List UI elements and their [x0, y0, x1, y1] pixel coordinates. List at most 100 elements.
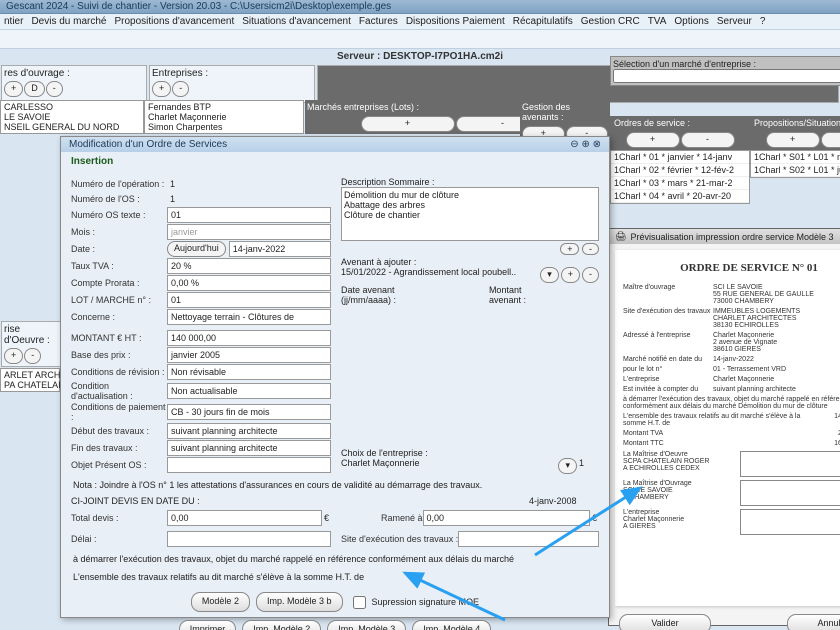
remove-button[interactable]: -	[821, 132, 840, 148]
mois-select[interactable]: janvier	[167, 224, 331, 240]
moe-panel: rise d'Oeuvre : +-	[1, 321, 63, 367]
dropdown-icon[interactable]: ▾	[558, 458, 577, 474]
list-item[interactable]: Charlet Maçonnerie	[146, 112, 302, 122]
txt1[interactable]: à démarrer l'exécution des travaux, obje…	[71, 552, 599, 566]
menu-item[interactable]: Options	[674, 16, 708, 27]
menu-item[interactable]: Devis du marché	[31, 16, 106, 27]
menu-item[interactable]: Gestion CRC	[581, 16, 640, 27]
panel-header: res d'ouvrage :	[4, 68, 144, 79]
imp-modele3b-button[interactable]: Imp. Modèle 3 b	[256, 592, 343, 612]
label: Condition d'actualisation :	[71, 381, 167, 401]
list-item[interactable]: LE SAVOIE	[2, 112, 142, 122]
list-item[interactable]: 1Charl * 04 * avril * 20-avr-20	[611, 190, 749, 203]
objet-input[interactable]	[167, 457, 331, 473]
label: Numéro OS texte :	[71, 210, 167, 220]
num-os-texte-input[interactable]: 01	[167, 207, 331, 223]
imp-modele3-button[interactable]: Imp. Modèle 3	[327, 620, 406, 630]
add-button[interactable]: +	[4, 81, 23, 97]
doc-title: ORDRE DE SERVICE N° 01	[623, 262, 840, 274]
menu-item[interactable]: ntier	[4, 16, 23, 27]
dup-button[interactable]: D	[24, 81, 45, 97]
modele2-button[interactable]: Modèle 2	[191, 592, 250, 612]
nota-text[interactable]: Nota : Joindre à l'OS n° 1 les attestati…	[71, 478, 599, 492]
menu-item[interactable]: Factures	[359, 16, 398, 27]
montant-input[interactable]: 140 000,00	[167, 330, 331, 346]
date-input[interactable]: 14-janv-2022	[229, 241, 331, 257]
menu-item[interactable]: ?	[760, 16, 766, 27]
ordres-list[interactable]: 1Charl * 01 * janvier * 14-janv 1Charl *…	[610, 150, 750, 204]
list-item[interactable]: 1Charl * S02 * L01 * juillet * 2	[751, 164, 840, 177]
remove-button[interactable]: -	[681, 132, 735, 148]
avenant-select[interactable]: 15/01/2022 - Agrandissement local poubel…	[341, 267, 538, 283]
list-item[interactable]: NSEIL GENERAL DU NORD	[2, 122, 142, 132]
imp-modele4-button[interactable]: Imp. Modèle 4	[412, 620, 491, 630]
cijoint-date[interactable]: 4-janv-2008	[529, 496, 599, 506]
list-item[interactable]: CARLESSO	[2, 102, 142, 112]
paiement-input[interactable]: CB - 30 jours fin de mois	[167, 404, 331, 420]
panel-header: Entreprises :	[152, 68, 312, 79]
list-item[interactable]: 1Charl * 02 * février * 12-fév-2	[611, 164, 749, 177]
selection-marche-panel: Sélection d'un marché d'entreprise :	[610, 56, 840, 86]
add-button[interactable]: +	[4, 348, 23, 364]
total-input[interactable]: 0,00	[167, 510, 322, 526]
add-button[interactable]: +	[560, 243, 579, 255]
menu-item[interactable]: Dispositions Paiement	[406, 16, 505, 27]
list-item[interactable]: 1Charl * 01 * janvier * 14-janv	[611, 151, 749, 164]
entreprises-list[interactable]: Fernandes BTP Charlet Maçonnerie Simon C…	[144, 100, 304, 134]
today-button[interactable]: Aujourd'hui	[167, 241, 226, 257]
menu-item[interactable]: Situations d'avancement	[242, 16, 351, 27]
selection-label: Sélection d'un marché d'entreprise :	[613, 59, 840, 69]
delai-input[interactable]	[167, 531, 331, 547]
remove-button[interactable]: -	[582, 243, 599, 255]
menu-item[interactable]: Récapitulatifs	[513, 16, 573, 27]
add-button[interactable]: +	[561, 267, 580, 283]
add-button[interactable]: +	[152, 81, 171, 97]
fin-input[interactable]: suivant planning architecte	[167, 440, 331, 456]
list-item[interactable]: ARLET ARCHITE	[2, 370, 58, 380]
add-button[interactable]: +	[626, 132, 680, 148]
label: Mois :	[71, 227, 167, 237]
list-item[interactable]: 1Charl * 03 * mars * 21-mar-2	[611, 177, 749, 190]
lot-input[interactable]: 01	[167, 292, 331, 308]
revision-input[interactable]: Non révisable	[167, 364, 331, 380]
add-button[interactable]: +	[361, 116, 455, 132]
txt2[interactable]: L'ensemble des travaux relatifs au dit m…	[71, 570, 599, 584]
entreprise-n[interactable]: 1	[579, 458, 599, 474]
site-input[interactable]	[458, 531, 599, 547]
dialog-controls[interactable]: ⊖ ⊕ ⊗	[570, 139, 601, 150]
list-item[interactable]: Fernandes BTP	[146, 102, 302, 112]
actualisation-input[interactable]: Non actualisable	[167, 383, 331, 399]
preview-annuler-button[interactable]: Annuler	[787, 614, 840, 630]
tva-input[interactable]: 20 %	[167, 258, 331, 274]
add-button[interactable]: +	[766, 132, 820, 148]
montant-avenant-input[interactable]	[556, 285, 599, 305]
ramene-input[interactable]: 0,00	[423, 510, 590, 526]
menu-item[interactable]: Propositions d'avancement	[114, 16, 234, 27]
list-item[interactable]: Simon Charpentes	[146, 122, 302, 132]
maitres-ouvrage-panel: res d'ouvrage : +D-	[1, 65, 147, 103]
remove-button[interactable]: -	[24, 348, 41, 364]
remove-button[interactable]: -	[172, 81, 189, 97]
propositions-list[interactable]: 1Charl * S01 * L01 * mai * 12- 1Charl * …	[750, 150, 840, 178]
list-item[interactable]: 1Charl * S01 * L01 * mai * 12-	[751, 151, 840, 164]
base-input[interactable]: janvier 2005	[167, 347, 331, 363]
menu-item[interactable]: TVA	[648, 16, 667, 27]
prorata-input[interactable]: 0,00 %	[167, 275, 331, 291]
moe-list[interactable]: ARLET ARCHITE PA CHATELAIN F	[0, 368, 60, 392]
suppression-signature-checkbox[interactable]: Supression signature MOE	[349, 592, 480, 612]
remove-button[interactable]: -	[46, 81, 63, 97]
preview-valider-button[interactable]: Valider	[619, 614, 711, 630]
concerne-input[interactable]: Nettoyage terrain - Clôtures de chantier	[167, 309, 331, 325]
imp-modele2-button[interactable]: Imp. Modèle 2	[242, 620, 321, 630]
maitres-list[interactable]: CARLESSO LE SAVOIE NSEIL GENERAL DU NORD	[0, 100, 144, 134]
debut-input[interactable]: suivant planning architecte	[167, 423, 331, 439]
menu-item[interactable]: Serveur	[717, 16, 752, 27]
imprimer-button[interactable]: Imprimer	[179, 620, 237, 630]
dropdown-icon[interactable]: ▾	[540, 267, 559, 283]
date-avenant-input[interactable]	[442, 285, 485, 305]
entreprise-select[interactable]: Charlet Maçonnerie	[341, 458, 556, 474]
list-item[interactable]: PA CHATELAIN F	[2, 380, 58, 390]
marche-select[interactable]	[613, 69, 840, 83]
remove-button[interactable]: -	[582, 267, 599, 283]
description-textarea[interactable]: Démolition du mur de clôture Abattage de…	[341, 187, 599, 241]
